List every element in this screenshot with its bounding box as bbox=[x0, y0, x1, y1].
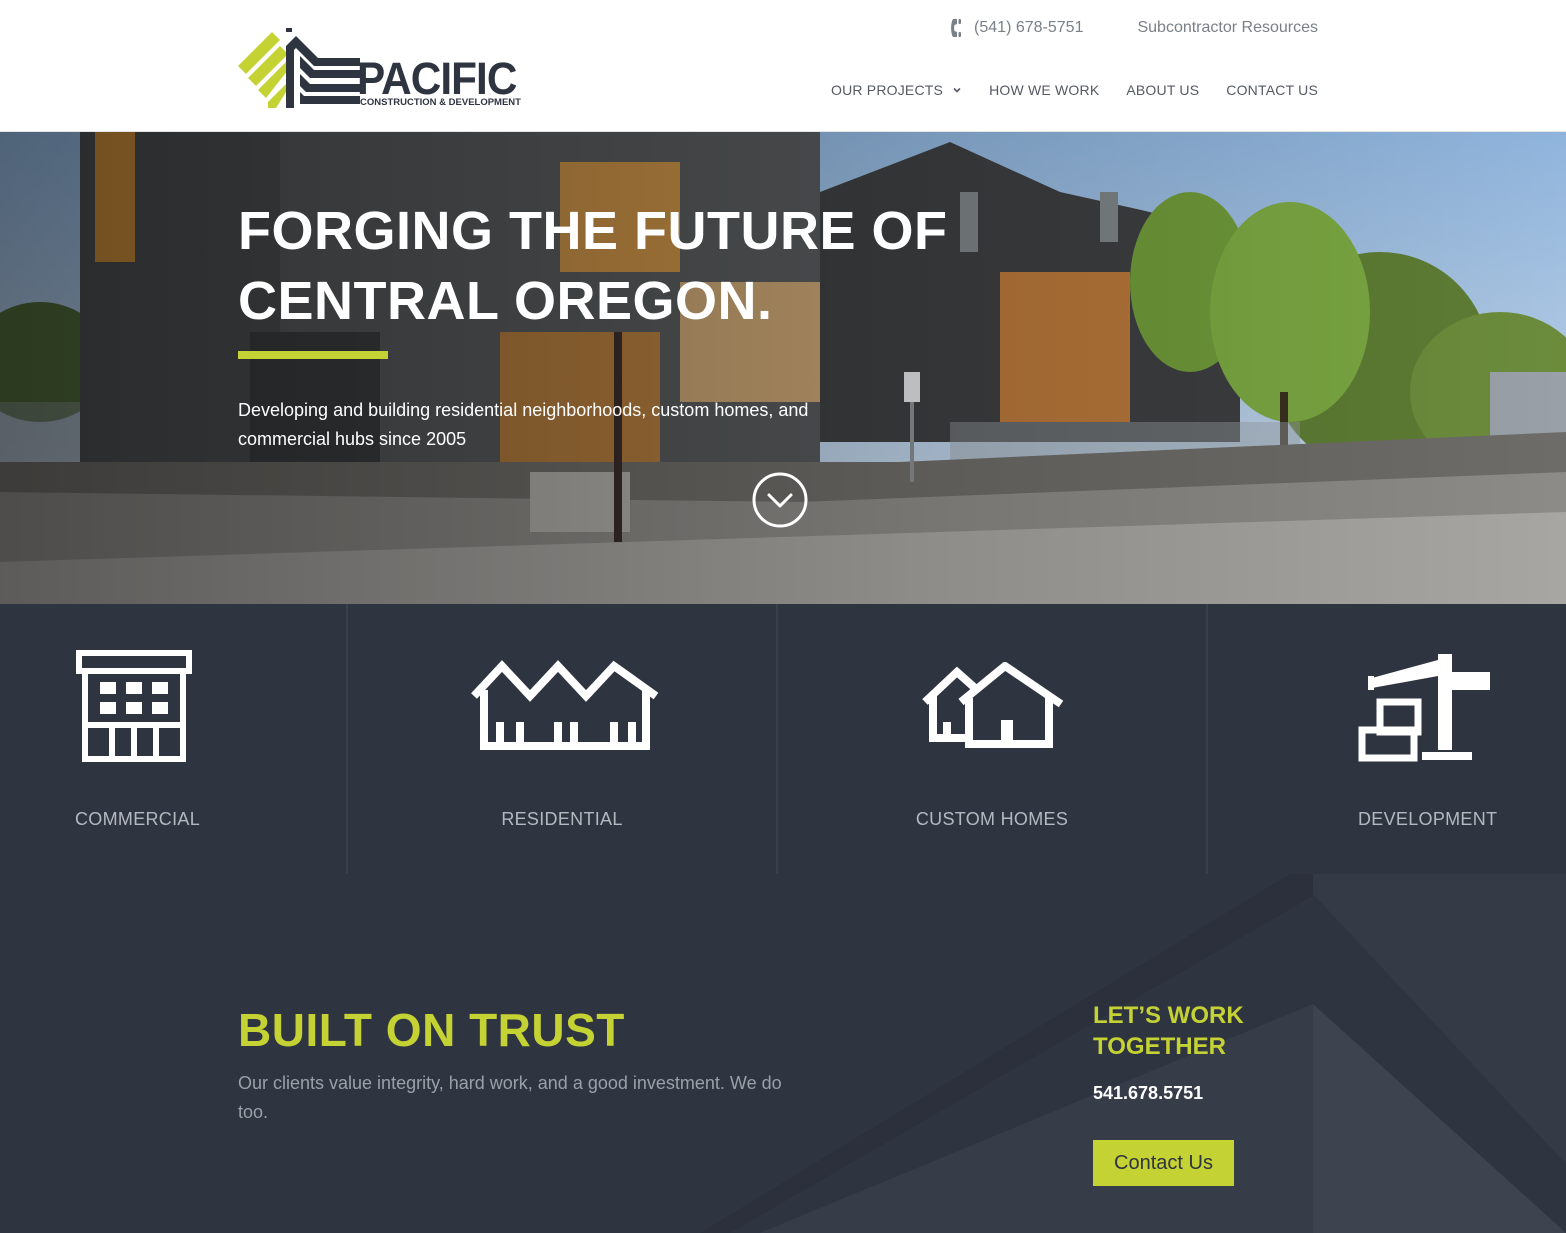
row-houses-icon bbox=[471, 660, 659, 750]
cta-title: LET’S WORK TOGETHER bbox=[1093, 1002, 1244, 1060]
nav-our-projects[interactable]: OUR PROJECTS bbox=[831, 82, 962, 98]
chevron-down-icon bbox=[953, 87, 961, 93]
service-development[interactable]: DEVELOPMENT bbox=[1208, 604, 1566, 874]
logo-mark-icon bbox=[238, 28, 360, 108]
trust-title: BUILT ON TRUST bbox=[238, 1004, 625, 1056]
nav-our-projects-label: OUR PROJECTS bbox=[830, 82, 944, 98]
commercial-building-icon bbox=[76, 650, 192, 762]
topbar: (541) 678-5751 Subcontractor Resources bbox=[950, 17, 1318, 39]
header-phone-text: (541) 678-5751 bbox=[974, 19, 1084, 36]
logo-tagline: CONSTRUCTION & DEVELOPMENT bbox=[360, 97, 521, 108]
logo-wordmark: PACIFIC bbox=[357, 53, 517, 104]
hero-title-line-1: FORGING THE FUTURE OF bbox=[238, 201, 948, 261]
site-header: PACIFIC CONSTRUCTION & DEVELOPMENT (541)… bbox=[0, 0, 1566, 132]
service-custom-homes[interactable]: CUSTOM HOMES bbox=[778, 604, 1208, 874]
chevron-down-circle-icon bbox=[752, 472, 808, 528]
cta-phone-link[interactable]: 541.678.5751 bbox=[1093, 1083, 1203, 1104]
crane-icon bbox=[1358, 654, 1490, 762]
nav-contact-us[interactable]: CONTACT US bbox=[1226, 82, 1318, 98]
background-chevron-pattern bbox=[700, 874, 1566, 1233]
phone-icon bbox=[951, 19, 962, 37]
main-nav: OUR PROJECTS HOW WE WORK ABOUT US CONTAC… bbox=[831, 82, 1318, 98]
nav-about-us[interactable]: ABOUT US bbox=[1126, 82, 1199, 98]
hero-title: FORGING THE FUTURE OF CENTRAL OREGON. bbox=[238, 196, 958, 336]
contact-us-button[interactable]: Contact Us bbox=[1093, 1140, 1234, 1186]
services-strip: COMMERCIAL RESIDENTIAL CUSTOM HOMES DEVE… bbox=[0, 604, 1566, 874]
service-residential-label: RESIDENTIAL bbox=[501, 809, 623, 829]
service-commercial[interactable]: COMMERCIAL bbox=[0, 604, 348, 874]
hero-title-line-2: CENTRAL OREGON. bbox=[238, 271, 773, 331]
scroll-down-button[interactable] bbox=[752, 472, 808, 528]
nav-how-we-work[interactable]: HOW WE WORK bbox=[989, 82, 1099, 98]
hero-accent-rule bbox=[238, 351, 388, 359]
trust-text: Our clients value integrity, hard work, … bbox=[238, 1073, 782, 1122]
service-development-label: DEVELOPMENT bbox=[1358, 809, 1498, 829]
service-residential[interactable]: RESIDENTIAL bbox=[348, 604, 778, 874]
service-custom-homes-label: CUSTOM HOMES bbox=[915, 809, 1069, 829]
hero-subtitle: Developing and building residential neig… bbox=[238, 400, 809, 449]
subcontractor-resources-link[interactable]: Subcontractor Resources bbox=[1137, 19, 1318, 37]
trust-section: BUILT ON TRUST Our clients value integri… bbox=[0, 874, 1566, 1233]
header-phone-link[interactable]: (541) 678-5751 bbox=[950, 18, 1083, 38]
hero-section: FORGING THE FUTURE OF CENTRAL OREGON. De… bbox=[0, 132, 1566, 604]
houses-icon bbox=[922, 662, 1064, 748]
logo[interactable]: PACIFIC CONSTRUCTION & DEVELOPMENT bbox=[238, 26, 528, 110]
